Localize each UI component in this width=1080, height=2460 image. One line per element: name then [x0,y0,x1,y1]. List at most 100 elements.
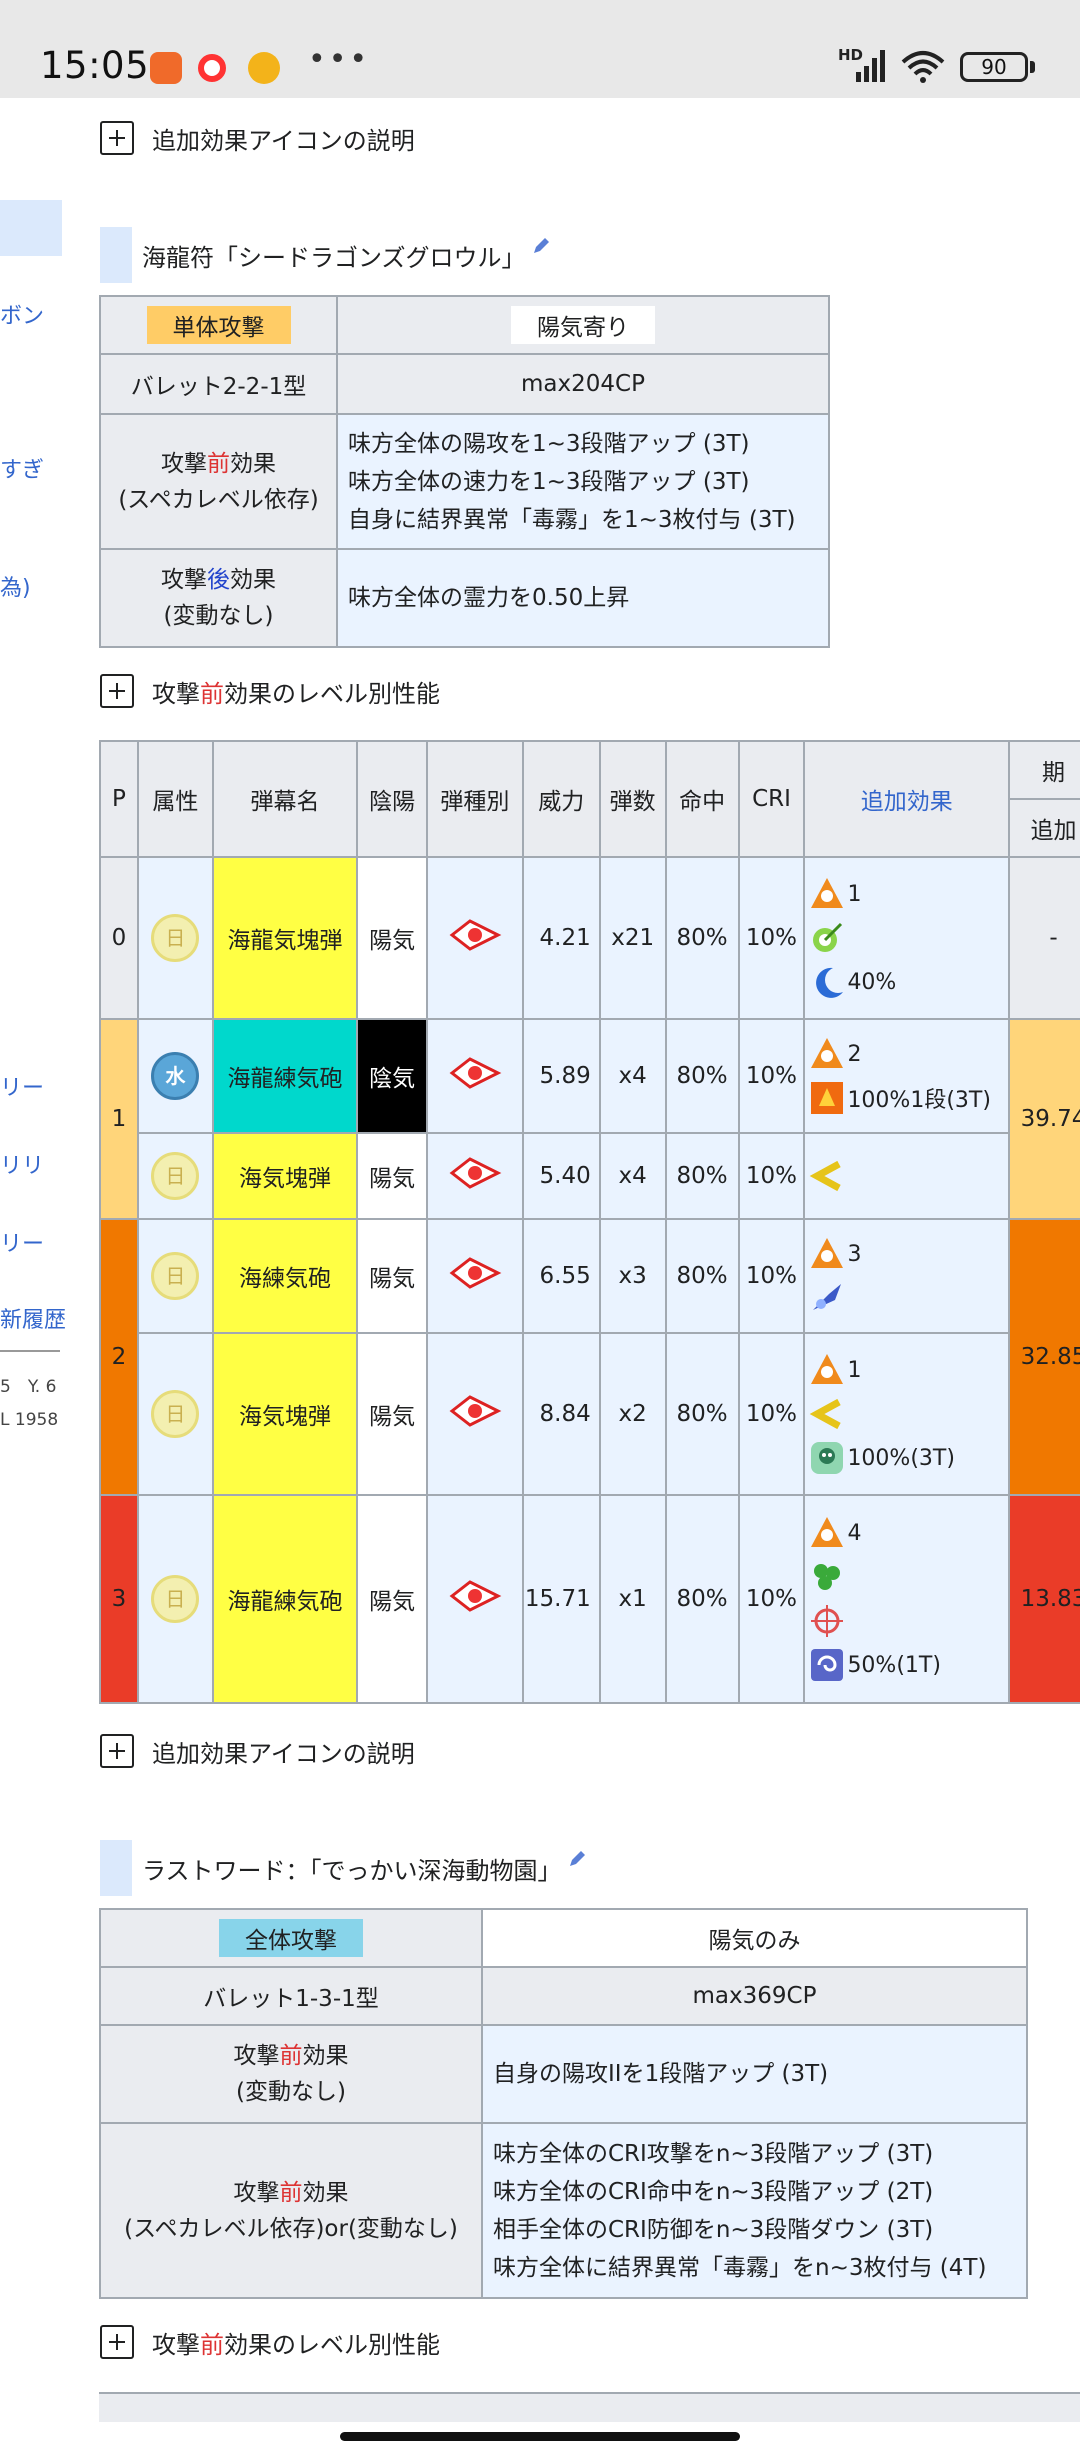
sidebar-link[interactable]: リー [0,1070,44,1102]
effect-cell [803,1132,1011,1220]
table-row: 日 海気塊弾 陽気 8.84 x2 80% 10% 1 100%(3T) [100,1332,1080,1496]
spirit-crescent-icon [816,967,844,998]
section-marker [100,1840,132,1896]
p-cell: 0 [99,856,139,1020]
hit-cell: 80% [664,1332,740,1496]
level-performance-expander[interactable]: 攻撃前効果のレベル別性能 [100,673,440,709]
cri-cell: 10% [737,1494,806,1704]
sidebar-link[interactable]: リー [0,1226,44,1258]
attack-type-badge: 単体攻撃 [146,306,291,344]
water-attr-icon: 水 [151,1052,200,1100]
danmaku-name: 海練気砲 [211,1218,359,1334]
post-effect-value: 味方全体の霊力を0.50上昇 [336,548,830,648]
level-performance-expander[interactable]: 攻撃前効果のレベル別性能 [100,2324,440,2360]
table-row: 3 日 海龍練気砲 陽気 15.71 x1 80% 10% 4 50%(1T) … [99,1494,1080,1704]
cri-cell: 10% [737,1018,806,1134]
attack-up-icon [811,1038,844,1068]
cri-cell: 10% [737,856,806,1020]
effect-cell: 1 40% [803,856,1011,1020]
p-cell: 1 [99,1018,139,1220]
sidebar-link[interactable]: リリ [0,1148,44,1180]
effect-cell: 2 100%1段(3T) [803,1018,1011,1134]
cri-cell: 10% [737,1132,806,1220]
yinyang-cell: 陽気 [356,856,428,1020]
icon-legend-label: 追加効果アイコンの説明 [152,126,415,155]
app-notification-icon [150,52,182,84]
table-row: 日 海気塊弾 陽気 5.40 x4 80% 10% [100,1132,1080,1220]
effect-cell: 4 50%(1T) [803,1494,1011,1704]
app-notification-icon [198,54,226,82]
danmaku-name: 海龍練気砲 [211,1018,359,1134]
spellcard-name: ラストワード：「でっかい深海動物園」 [142,1856,562,1885]
bullet-type-icon [449,1157,502,1189]
spellcard-title: 海龍符「シードラゴンズグロウル」 [100,227,550,283]
edit-pencil-icon[interactable] [532,237,550,255]
icon-legend-expander[interactable]: 追加効果アイコンの説明 [100,1733,415,1769]
hit-cell: 80% [664,856,740,1020]
sidebar-active-highlight [0,200,62,256]
status-bar: 15:05 ••• HD 90 [0,0,1080,98]
attack-up-icon [811,878,844,908]
clover-icon [814,1564,841,1590]
power-cell: 5.89 [521,1018,601,1134]
weibo-icon [248,52,280,84]
col-header: 弾数 [598,740,667,858]
sidebar-meta: 5 Y. 6 [0,1377,57,1397]
count-cell: x4 [598,1018,667,1134]
sidebar-link[interactable]: 為) [0,570,31,602]
break-hand-icon [813,1284,842,1310]
cp-value: max204CP [336,353,830,415]
home-indicator[interactable] [340,2432,740,2441]
col-header-link[interactable]: 追加効果 [803,740,1011,858]
icon-legend-label: 追加効果アイコンの説明 [152,1739,415,1768]
col-header: 弾幕名 [211,740,359,858]
post-effect-label: 攻撃後効果 (変動なし) [99,548,338,648]
spellcard-info-table: 全体攻撃 陽気のみ バレット1-3-1型 max369CP 攻撃前効果 (変動な… [99,1908,1028,2299]
battery-tip [1030,61,1035,73]
poison-fog-icon [811,1442,844,1474]
power-cell: 15.71 [521,1494,601,1704]
yinyang-cell: 陰気 [356,1018,428,1134]
hit-cell: 80% [664,1132,740,1220]
danmaku-name: 海気塊弾 [211,1332,359,1496]
sun-attr-icon: 日 [151,1390,200,1438]
wifi-icon [901,51,945,83]
spellcard-title: ラストワード：「でっかい深海動物園」 [100,1840,586,1896]
expand-plus-icon [100,1734,134,1768]
edit-pencil-icon[interactable] [568,1850,586,1868]
pre-effect-label: 攻撃前効果 (スペカレベル依存) [99,413,338,550]
yinyang-cell: 陽気 [356,1332,428,1496]
bullet-type-icon [449,1580,502,1612]
sidebar-meta: L 1958 [0,1410,59,1430]
hit-cell: 80% [664,1494,740,1704]
pre-effect-list: 味方全体のCRI攻撃をn~3段階アップ (3T) 味方全体のCRI命中をn~3段… [481,2122,1028,2299]
table-row: 2 日 海練気砲 陽気 6.55 x3 80% 10% 3 32.85 [99,1218,1080,1496]
count-cell: x4 [598,1132,667,1220]
speed-up-icon [810,1160,842,1192]
battery-icon: 90 [960,52,1028,82]
barrett-type: バレット2-2-1型 [99,353,338,415]
sidebar-link[interactable]: すぎ [0,452,44,484]
sidebar-divider [0,1350,60,1352]
yinyang-badge: 陽気寄り [511,306,655,344]
col-header: 期 [1008,740,1080,800]
bullet-type-icon [449,919,502,951]
power-cell: 4.21 [521,856,601,1020]
pre-effect-label: 攻撃前効果 (スペカレベル依存)or(変動なし) [99,2122,483,2299]
sun-attr-icon: 日 [151,1575,200,1623]
col-header: 威力 [521,740,601,858]
crosshair-icon [811,1605,844,1637]
pre-effect-list: 味方全体の陽攻を1~3段階アップ (3T) 味方全体の速力を1~3段階アップ (… [336,413,830,550]
sidebar-link[interactable]: 新履歴 [0,1302,66,1334]
icon-legend-expander[interactable]: 追加効果アイコンの説明 [100,120,415,156]
sidebar-link[interactable]: ボン [0,298,44,330]
yinyang-value: 陽気のみ [481,1908,1028,1968]
attack-up-icon [811,1354,844,1384]
attack-up-icon [811,1238,844,1268]
extra-cell: - [1008,856,1080,1020]
col-header: 追加 [1008,798,1080,858]
expand-plus-icon [100,674,134,708]
speed-up-icon [810,1398,842,1430]
spellcard-name: 海龍符「シードラゴンズグロウル」 [142,243,526,272]
col-header: P [99,740,139,858]
